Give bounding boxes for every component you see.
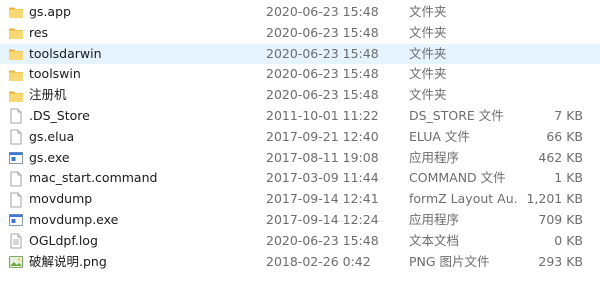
file-row[interactable]: gs.app 2020-06-23 15:48 文件夹 <box>0 2 600 23</box>
file-size: 1 KB <box>554 170 583 186</box>
file-type: 文件夹 <box>409 87 447 103</box>
file-row[interactable]: OGLdpf.log 2020-06-23 15:48 文本文档 0 KB <box>0 231 600 252</box>
folder-icon <box>8 67 24 83</box>
file-size: 462 KB <box>538 149 583 165</box>
file-row[interactable]: gs.elua 2017-09-21 12:40 ELUA 文件 66 KB <box>0 127 600 148</box>
file-icon <box>8 171 24 187</box>
file-type: 应用程序 <box>409 149 460 165</box>
file-type: 文件夹 <box>409 24 447 40</box>
file-date-modified: 2017-08-11 19:08 <box>266 149 379 165</box>
file-type: 文件夹 <box>409 45 447 61</box>
file-row[interactable]: mac_start.command 2017-03-09 11:44 COMMAND… <box>0 168 600 189</box>
file-date-modified: 2020-06-23 15:48 <box>266 87 379 103</box>
file-date-modified: 2017-09-14 12:24 <box>266 211 379 227</box>
folder-icon <box>8 25 24 41</box>
file-name: mac_start.command <box>29 170 158 186</box>
file-size: 66 KB <box>546 128 583 144</box>
file-name: movdump.exe <box>29 211 119 227</box>
file-size: 709 KB <box>538 211 583 227</box>
file-row[interactable]: res 2020-06-23 15:48 文件夹 <box>0 23 600 44</box>
file-size: 0 KB <box>554 232 583 248</box>
file-date-modified: 2018-02-26 0:42 <box>266 253 371 269</box>
folder-icon <box>8 4 24 20</box>
file-name: gs.exe <box>29 149 70 165</box>
file-name: OGLdpf.log <box>29 232 98 248</box>
file-date-modified: 2020-06-23 15:48 <box>266 66 379 82</box>
file-type: 文件夹 <box>409 4 447 19</box>
folder-icon <box>8 88 24 104</box>
file-row[interactable]: toolsdarwin 2020-06-23 15:48 文件夹 <box>0 43 600 65</box>
file-date-modified: 2020-06-23 15:48 <box>266 4 379 19</box>
file-type: formZ Layout Au... <box>409 191 519 207</box>
file-row[interactable]: movdump.exe 2017-09-14 12:24 应用程序 709 KB <box>0 210 600 231</box>
file-size: 7 KB <box>554 107 583 123</box>
file-row[interactable]: movdump 2017-09-14 12:41 formZ Layout Au..… <box>0 189 600 210</box>
png-icon <box>8 254 24 270</box>
file-row[interactable]: 注册机 2020-06-23 15:48 文件夹 <box>0 85 600 106</box>
file-name: .DS_Store <box>29 107 90 123</box>
file-name: 注册机 <box>29 87 67 103</box>
file-list: gs.app 2020-06-23 15:48 文件夹 res 2020-06-23 1… <box>0 0 600 289</box>
file-type: ELUA 文件 <box>409 128 470 144</box>
file-name: toolsdarwin <box>29 45 102 61</box>
file-row[interactable]: gs.exe 2017-08-11 19:08 应用程序 462 KB <box>0 148 600 169</box>
file-date-modified: 2020-06-23 15:48 <box>266 232 379 248</box>
file-date-modified: 2020-06-23 15:48 <box>266 24 379 40</box>
file-date-modified: 2017-03-09 11:44 <box>266 170 379 186</box>
file-date-modified: 2020-06-23 15:48 <box>266 45 379 61</box>
file-icon <box>8 192 24 208</box>
file-date-modified: 2017-09-21 12:40 <box>266 128 379 144</box>
file-name: gs.app <box>29 4 71 19</box>
file-icon <box>8 129 24 145</box>
file-row[interactable]: .DS_Store 2011-10-01 11:22 DS_STORE 文件 7 KB <box>0 106 600 127</box>
file-name: gs.elua <box>29 128 75 144</box>
file-type: DS_STORE 文件 <box>409 107 504 123</box>
text-file-icon <box>8 233 24 249</box>
file-type: 应用程序 <box>409 211 460 227</box>
file-date-modified: 2011-10-01 11:22 <box>266 107 379 123</box>
file-type: PNG 图片文件 <box>409 253 490 269</box>
file-type: 文件夹 <box>409 66 447 82</box>
file-name: 破解说明.png <box>29 253 107 269</box>
file-date-modified: 2017-09-14 12:41 <box>266 191 379 207</box>
file-row[interactable]: toolswin 2020-06-23 15:48 文件夹 <box>0 64 600 85</box>
file-name: movdump <box>29 191 93 207</box>
file-icon <box>8 108 24 124</box>
exe-icon <box>8 150 24 166</box>
file-name: res <box>29 24 49 40</box>
file-size: 1,201 KB <box>526 191 583 207</box>
file-type: COMMAND 文件 <box>409 170 506 186</box>
folder-icon <box>8 46 24 62</box>
exe-icon <box>8 212 24 228</box>
file-row[interactable]: 破解说明.png 2018-02-26 0:42 PNG 图片文件 293 KB <box>0 252 600 273</box>
file-type: 文本文档 <box>409 232 460 248</box>
file-size: 293 KB <box>538 253 583 269</box>
file-name: toolswin <box>29 66 81 82</box>
